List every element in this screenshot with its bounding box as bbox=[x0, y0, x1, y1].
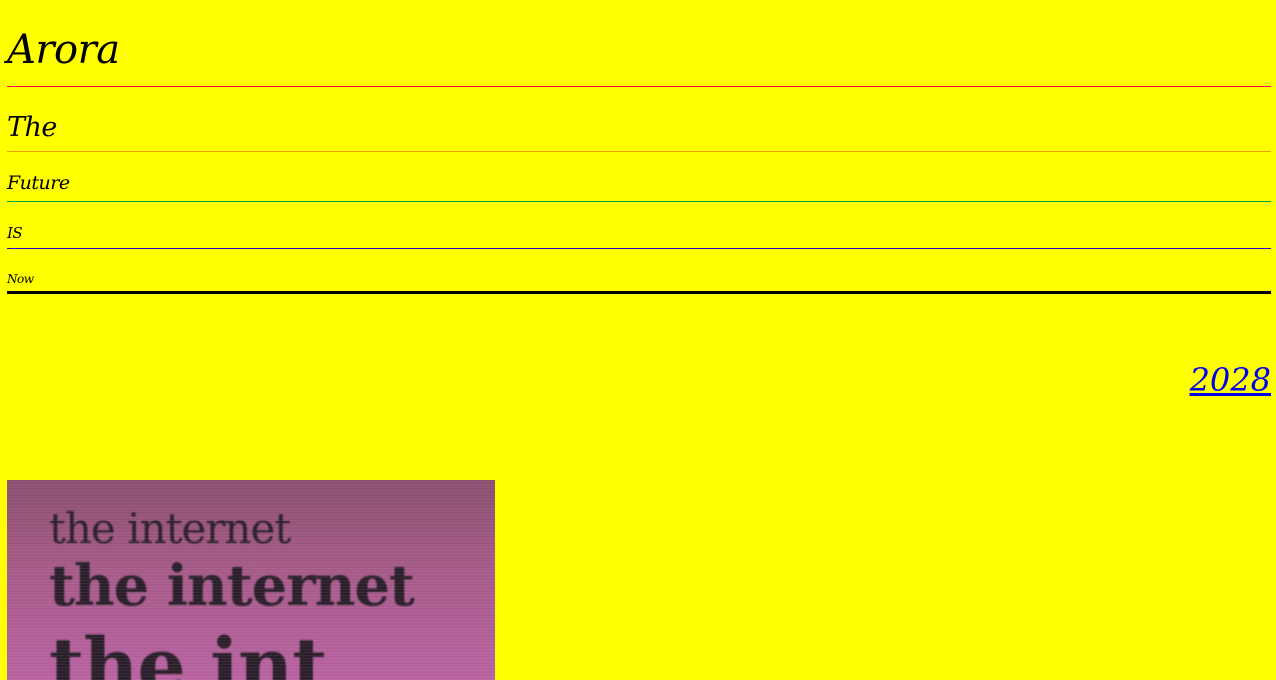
the-internet-poster-image: the internet the internet the int bbox=[7, 480, 495, 680]
thick-divider-rule bbox=[7, 291, 1271, 294]
heading-is: IS bbox=[7, 224, 23, 242]
site-title: Arora bbox=[7, 27, 120, 73]
divider-rule bbox=[7, 248, 1271, 249]
heading-now: Now bbox=[7, 272, 34, 286]
heading-future: Future bbox=[7, 172, 70, 194]
poster-text-line: the internet bbox=[49, 504, 291, 553]
divider-rule bbox=[7, 201, 1271, 202]
poster-text-line: the internet bbox=[49, 553, 415, 619]
year-link[interactable]: 2028 bbox=[1190, 364, 1271, 396]
divider-rule bbox=[7, 151, 1271, 152]
divider-rule bbox=[7, 86, 1271, 87]
heading-the: The bbox=[7, 112, 57, 143]
poster-text-line: the int bbox=[49, 621, 327, 680]
